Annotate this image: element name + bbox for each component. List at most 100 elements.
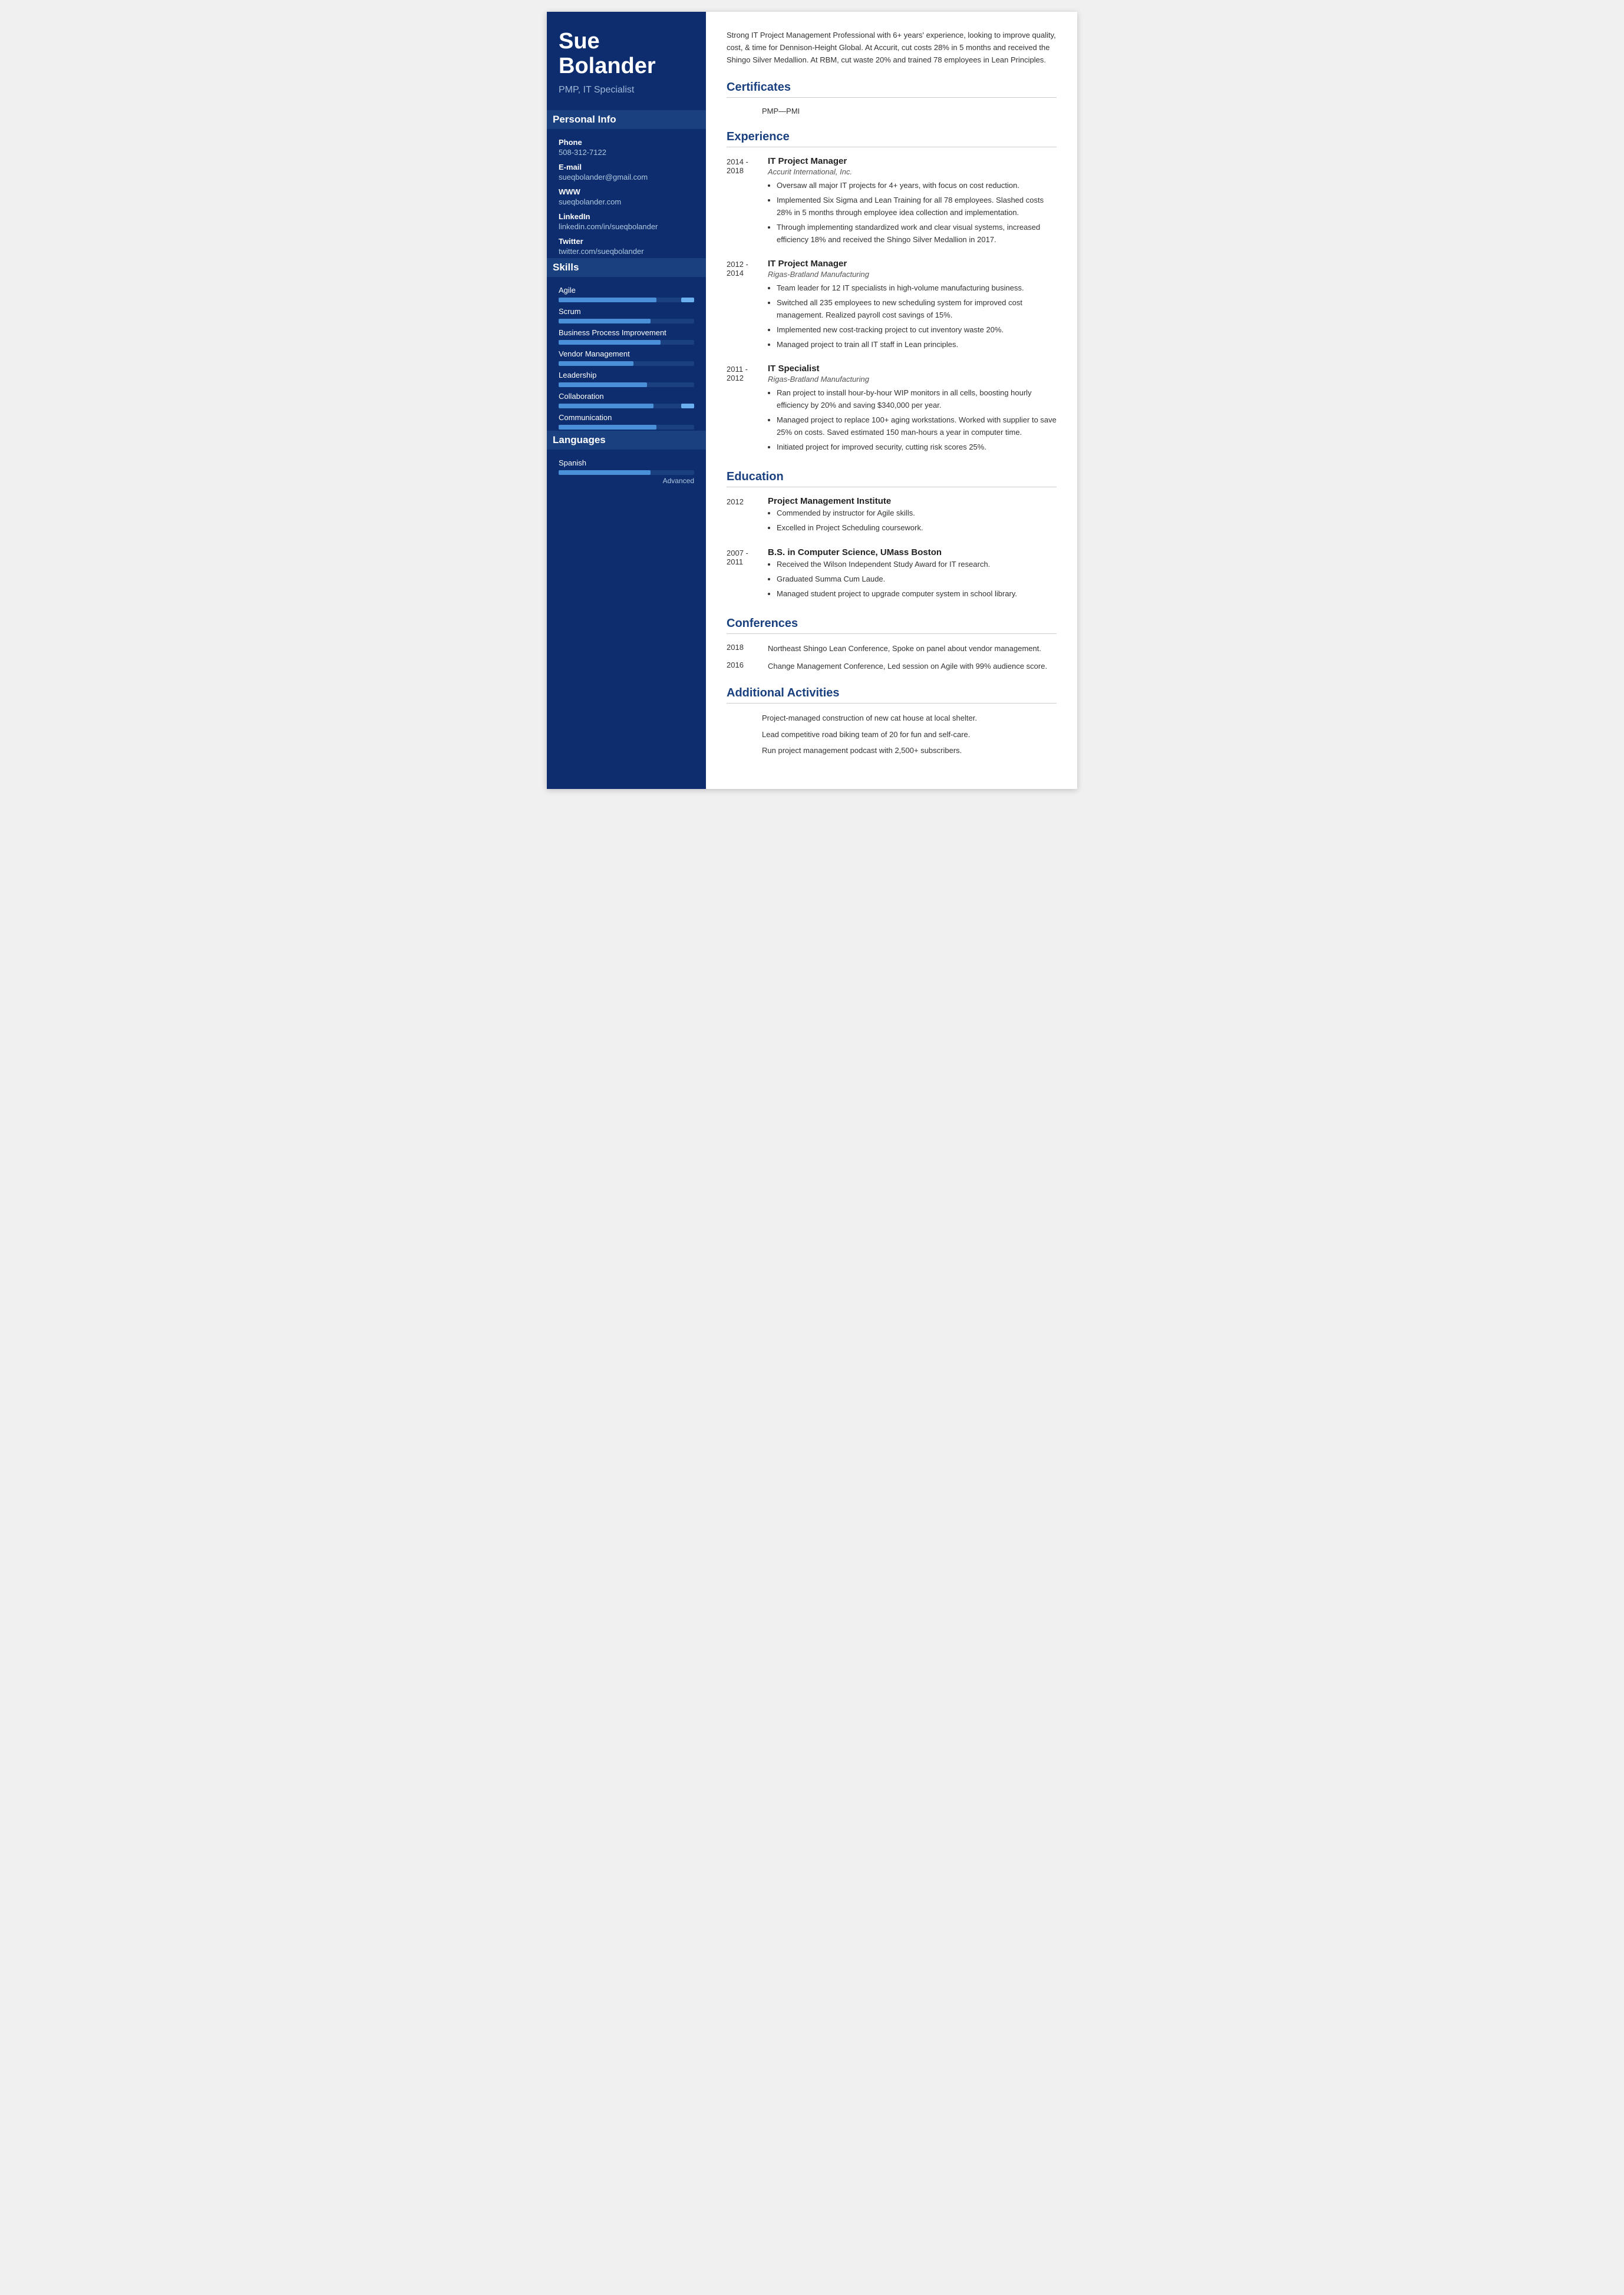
activity-item: Project-managed construction of new cat … bbox=[727, 712, 1057, 724]
languages-section-title: Languages bbox=[547, 431, 706, 450]
activities-list: Project-managed construction of new cat … bbox=[727, 712, 1057, 757]
skill-item: Agile bbox=[559, 286, 694, 302]
entry-bullet: Team leader for 12 IT specialists in hig… bbox=[777, 282, 1057, 295]
personal-info-section-title: Personal Info bbox=[547, 110, 706, 129]
activity-item: Lead competitive road biking team of 20 … bbox=[727, 729, 1057, 741]
entry-bullets: Commended by instructor for Agile skills… bbox=[768, 507, 1057, 534]
entry-bullet: Oversaw all major IT projects for 4+ yea… bbox=[777, 180, 1057, 192]
entry-bullet: Switched all 235 employees to new schedu… bbox=[777, 297, 1057, 322]
certificates-section: Certificates PMP—PMI bbox=[727, 81, 1057, 115]
conference-item: 2016Change Management Conference, Led se… bbox=[727, 661, 1057, 672]
entry-bullets: Received the Wilson Independent Study Aw… bbox=[768, 559, 1057, 600]
entry-title: IT Specialist bbox=[768, 364, 1057, 374]
skill-item: Business Process Improvement bbox=[559, 328, 694, 345]
entry-company: Rigas-Bratland Manufacturing bbox=[768, 375, 1057, 384]
entry-company: Accurit International, Inc. bbox=[768, 167, 1057, 176]
entry-bullet: Managed project to replace 100+ aging wo… bbox=[777, 414, 1057, 439]
entry-content: Project Management InstituteCommended by… bbox=[768, 496, 1057, 537]
entry-bullets: Ran project to install hour-by-hour WIP … bbox=[768, 387, 1057, 453]
resume-container: Sue Bolander PMP, IT Specialist Personal… bbox=[547, 12, 1077, 789]
conferences-section: Conferences 2018Northeast Shingo Lean Co… bbox=[727, 617, 1057, 672]
entry-title: Project Management Institute bbox=[768, 496, 1057, 506]
skill-bar bbox=[559, 404, 694, 408]
main-content: Strong IT Project Management Professiona… bbox=[706, 12, 1077, 789]
candidate-name: Sue Bolander bbox=[559, 29, 694, 79]
skill-item: Scrum bbox=[559, 307, 694, 323]
email-value: sueqbolander@gmail.com bbox=[559, 173, 694, 181]
activities-title: Additional Activities bbox=[727, 686, 1057, 704]
entry-bullet: Managed project to train all IT staff in… bbox=[777, 339, 1057, 351]
language-bar bbox=[559, 470, 694, 475]
phone-label: Phone bbox=[559, 138, 694, 147]
skill-bar bbox=[559, 425, 694, 430]
email-label: E-mail bbox=[559, 163, 694, 171]
education-title: Education bbox=[727, 470, 1057, 487]
skill-name: Business Process Improvement bbox=[559, 328, 694, 337]
entry-item: 2012Project Management InstituteCommende… bbox=[727, 496, 1057, 537]
entry-bullet: Received the Wilson Independent Study Aw… bbox=[777, 559, 1057, 571]
certificates-title: Certificates bbox=[727, 81, 1057, 98]
entry-item: 2014 - 2018IT Project ManagerAccurit Int… bbox=[727, 156, 1057, 248]
skill-name: Agile bbox=[559, 286, 694, 295]
language-level: Advanced bbox=[559, 477, 694, 485]
entry-bullets: Team leader for 12 IT specialists in hig… bbox=[768, 282, 1057, 351]
entry-date: 2014 - 2018 bbox=[727, 156, 768, 248]
summary-text: Strong IT Project Management Professiona… bbox=[727, 29, 1057, 66]
entry-bullet: Implemented Six Sigma and Lean Training … bbox=[777, 194, 1057, 219]
entry-title: IT Project Manager bbox=[768, 156, 1057, 166]
phone-value: 508-312-7122 bbox=[559, 148, 694, 157]
entry-item: 2011 - 2012IT SpecialistRigas-Bratland M… bbox=[727, 364, 1057, 455]
skill-bar bbox=[559, 319, 694, 323]
twitter-value: twitter.com/sueqbolander bbox=[559, 247, 694, 256]
conference-text: Northeast Shingo Lean Conference, Spoke … bbox=[768, 643, 1057, 655]
education-section: Education 2012Project Management Institu… bbox=[727, 470, 1057, 602]
skills-section-title: Skills bbox=[547, 258, 706, 277]
entry-date: 2012 bbox=[727, 496, 768, 537]
skill-bar bbox=[559, 361, 694, 366]
skill-item: Vendor Management bbox=[559, 349, 694, 366]
conference-item: 2018Northeast Shingo Lean Conference, Sp… bbox=[727, 643, 1057, 655]
skill-item: Leadership bbox=[559, 371, 694, 387]
language-name: Spanish bbox=[559, 458, 694, 467]
skill-bar bbox=[559, 298, 694, 302]
entry-content: IT SpecialistRigas-Bratland Manufacturin… bbox=[768, 364, 1057, 455]
entry-date: 2012 - 2014 bbox=[727, 259, 768, 353]
experience-list: 2014 - 2018IT Project ManagerAccurit Int… bbox=[727, 156, 1057, 455]
entry-bullet: Managed student project to upgrade compu… bbox=[777, 588, 1057, 600]
www-label: WWW bbox=[559, 187, 694, 196]
skill-bar bbox=[559, 382, 694, 387]
entry-bullet: Ran project to install hour-by-hour WIP … bbox=[777, 387, 1057, 412]
experience-section: Experience 2014 - 2018IT Project Manager… bbox=[727, 130, 1057, 455]
language-item: Spanish Advanced bbox=[559, 458, 694, 485]
languages-list: Spanish Advanced bbox=[559, 458, 694, 485]
linkedin-value: linkedin.com/in/sueqbolander bbox=[559, 222, 694, 231]
candidate-title: PMP, IT Specialist bbox=[559, 85, 694, 95]
conference-text: Change Management Conference, Led sessio… bbox=[768, 661, 1057, 672]
entry-bullets: Oversaw all major IT projects for 4+ yea… bbox=[768, 180, 1057, 246]
skill-item: Communication bbox=[559, 413, 694, 430]
entry-content: B.S. in Computer Science, UMass BostonRe… bbox=[768, 547, 1057, 602]
entry-bullet: Commended by instructor for Agile skills… bbox=[777, 507, 1057, 520]
experience-title: Experience bbox=[727, 130, 1057, 147]
entry-bullet: Through implementing standardized work a… bbox=[777, 222, 1057, 246]
skill-name: Scrum bbox=[559, 307, 694, 316]
conference-date: 2016 bbox=[727, 661, 768, 672]
www-value: sueqbolander.com bbox=[559, 197, 694, 206]
entry-bullet: Implemented new cost-tracking project to… bbox=[777, 324, 1057, 336]
entry-content: IT Project ManagerAccurit International,… bbox=[768, 156, 1057, 248]
skill-name: Communication bbox=[559, 413, 694, 422]
entry-content: IT Project ManagerRigas-Bratland Manufac… bbox=[768, 259, 1057, 353]
entry-bullet: Initiated project for improved security,… bbox=[777, 441, 1057, 454]
sidebar: Sue Bolander PMP, IT Specialist Personal… bbox=[547, 12, 706, 789]
entry-item: 2007 - 2011B.S. in Computer Science, UMa… bbox=[727, 547, 1057, 602]
entry-date: 2007 - 2011 bbox=[727, 547, 768, 602]
entry-title: IT Project Manager bbox=[768, 259, 1057, 269]
skill-item: Collaboration bbox=[559, 392, 694, 408]
linkedin-label: LinkedIn bbox=[559, 212, 694, 221]
certificates-list: PMP—PMI bbox=[727, 107, 1057, 115]
entry-bullet: Excelled in Project Scheduling coursewor… bbox=[777, 522, 1057, 534]
entry-item: 2012 - 2014IT Project ManagerRigas-Bratl… bbox=[727, 259, 1057, 353]
entry-date: 2011 - 2012 bbox=[727, 364, 768, 455]
skills-list: Agile Scrum Business Process Improvement Ve… bbox=[559, 286, 694, 430]
conferences-title: Conferences bbox=[727, 617, 1057, 634]
